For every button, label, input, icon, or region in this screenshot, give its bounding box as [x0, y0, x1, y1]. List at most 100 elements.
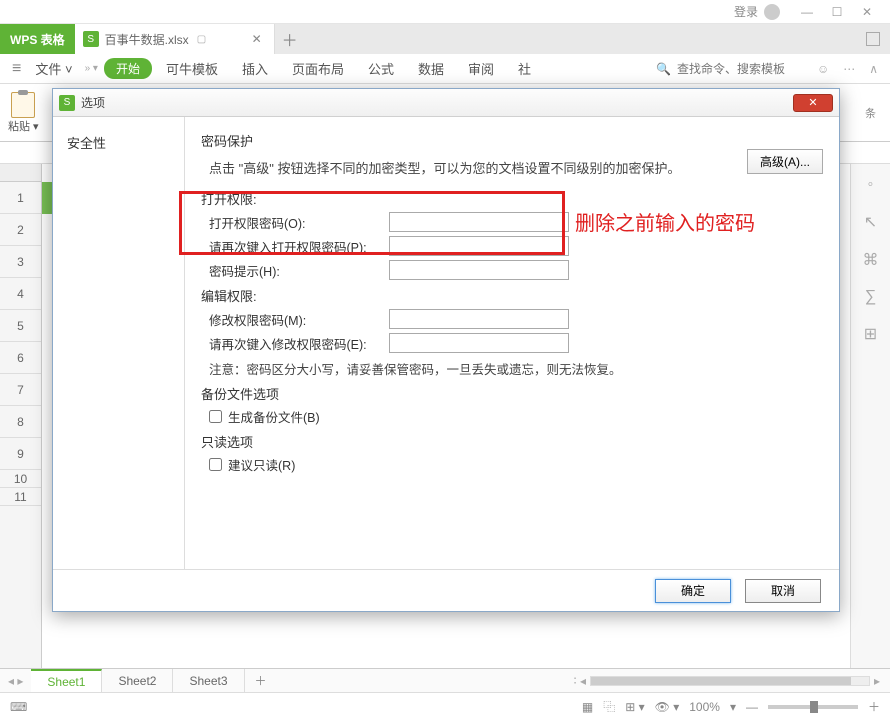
password-note: 注意：密码区分大小写，请妥善保管密码，一旦丢失或遗忘，则无法恢复。 [209, 359, 823, 378]
row-header[interactable]: 9 [0, 438, 41, 470]
readonly-checkbox[interactable] [209, 458, 222, 471]
tab-close-icon[interactable]: ✕ [248, 32, 266, 46]
options-dialog: S 选项 ✕ 安全性 密码保护 点击 "高级" 按钮选择不同的加密类型，可以为您… [52, 88, 840, 612]
spreadsheet-icon: S [59, 95, 75, 111]
status-icon[interactable]: ⌨ [10, 700, 27, 714]
collapse-ribbon-icon[interactable]: ∧ [865, 62, 882, 76]
tab-template[interactable]: 可牛模板 [156, 59, 228, 78]
status-bar: ⌨ ▦ ⿻ ⊞ ▾ 👁 ▾ 100% ▾ — ＋ [0, 692, 890, 720]
document-tab[interactable]: S 百事牛数据.xlsx ▢ ✕ [75, 24, 275, 54]
qat-overflow-icon[interactable]: » ▾ [83, 63, 100, 74]
avatar-icon[interactable] [764, 4, 780, 20]
maximize-button[interactable]: ☐ [822, 2, 852, 22]
add-sheet-button[interactable]: ＋ [245, 669, 277, 692]
row-header[interactable]: 10 [0, 470, 41, 488]
open-password-confirm-label: 请再次键入打开权限密码(P): [209, 237, 379, 256]
tab-extra[interactable]: 社 [508, 59, 541, 78]
dialog-footer: 确定 取消 [53, 569, 839, 611]
close-window-button[interactable]: ✕ [852, 2, 882, 22]
sheet-tab-3[interactable]: Sheet3 [173, 669, 244, 692]
tab-data[interactable]: 数据 [408, 59, 454, 78]
tab-insert[interactable]: 插入 [232, 59, 278, 78]
edit-permission-label: 编辑权限: [201, 286, 823, 305]
tab-formula[interactable]: 公式 [358, 59, 404, 78]
modify-password-confirm-input[interactable] [389, 333, 569, 353]
row-header[interactable]: 8 [0, 406, 41, 438]
tab-review[interactable]: 审阅 [458, 59, 504, 78]
advanced-button[interactable]: 高级(A)... [747, 149, 823, 174]
password-hint-input[interactable] [389, 260, 569, 280]
new-tab-button[interactable]: ＋ [275, 24, 305, 54]
modify-password-label: 修改权限密码(M): [209, 310, 379, 329]
sheet-tabs: ◂ ▸ Sheet1 Sheet2 Sheet3 ＋ ∶ ◂ ▸ [0, 668, 890, 692]
smile-icon[interactable]: ☺ [813, 62, 833, 76]
search-input[interactable] [677, 62, 807, 76]
minimize-button[interactable]: — [792, 2, 822, 22]
sheet-tab-2[interactable]: Sheet2 [102, 669, 173, 692]
open-password-confirm-input[interactable] [389, 236, 569, 256]
modify-password-input[interactable] [389, 309, 569, 329]
row-header[interactable]: 7 [0, 374, 41, 406]
zoom-value[interactable]: 100% [689, 700, 720, 714]
sidebar-item-security[interactable]: 安全性 [53, 127, 184, 158]
row-headers: 1 2 3 4 5 6 7 8 9 10 11 [0, 164, 42, 668]
zoom-dropdown-icon[interactable]: ▾ [730, 700, 736, 714]
link-icon[interactable]: ⌘ [863, 250, 879, 270]
row-header[interactable]: 1 [0, 182, 41, 214]
dialog-close-button[interactable]: ✕ [793, 94, 833, 112]
view-normal-icon[interactable]: ▦ [582, 700, 593, 714]
dialog-title: 选项 [81, 94, 105, 111]
group-password-protect: 密码保护 [201, 131, 823, 150]
readonly-checkbox-label: 建议只读(R) [228, 455, 295, 474]
password-hint-label: 密码提示(H): [209, 261, 379, 280]
view-layout-icon[interactable]: ⿻ [603, 698, 615, 715]
eye-icon[interactable]: 👁 ▾ [655, 700, 680, 714]
horizontal-scrollbar[interactable]: ∶ ◂ ▸ [573, 669, 890, 692]
select-all-corner[interactable] [0, 164, 41, 182]
sheet-nav[interactable]: ◂ ▸ [0, 669, 31, 692]
sheet-tab-1[interactable]: Sheet1 [31, 669, 102, 692]
dialog-titlebar: S 选项 ✕ [53, 89, 839, 117]
side-icon[interactable]: ◦ [868, 176, 874, 194]
zoom-slider[interactable] [768, 705, 858, 709]
row-header[interactable]: 11 [0, 488, 41, 506]
file-menu[interactable]: 文件 ˅ [29, 59, 78, 78]
window-layout-icon[interactable] [866, 32, 880, 46]
open-permission-label: 打开权限: [201, 189, 823, 208]
password-protect-desc: 点击 "高级" 按钮选择不同的加密类型，可以为您的文档设置不同级别的加密保护。 [209, 158, 823, 177]
cancel-button[interactable]: 取消 [745, 579, 821, 603]
ellipsis-icon[interactable]: ⋯ [839, 62, 859, 76]
tab-start[interactable]: 开始 [104, 58, 152, 79]
formula-icon[interactable]: ∑ [865, 288, 876, 306]
backup-checkbox-label: 生成备份文件(B) [228, 407, 320, 426]
tab-window-icon[interactable]: ▢ [197, 34, 206, 45]
clipboard-icon [11, 92, 35, 118]
tab-layout[interactable]: 页面布局 [282, 59, 354, 78]
ribbon-bar: ≡ 文件 ˅ » ▾ 开始 可牛模板 插入 页面布局 公式 数据 审阅 社 🔍 … [0, 54, 890, 84]
row-header[interactable]: 4 [0, 278, 41, 310]
backup-checkbox[interactable] [209, 410, 222, 423]
search-icon: 🔍 [656, 62, 671, 76]
window-titlebar: 登录 — ☐ ✕ [0, 0, 890, 24]
row-header[interactable]: 5 [0, 310, 41, 342]
row-header[interactable]: 6 [0, 342, 41, 374]
cursor-icon[interactable]: ↖ [864, 212, 877, 232]
backup-group-label: 备份文件选项 [201, 384, 823, 403]
paste-label: 粘贴 ▾ [8, 118, 39, 134]
login-link[interactable]: 登录 [734, 3, 758, 20]
view-break-icon[interactable]: ⊞ ▾ [625, 700, 644, 714]
ok-button[interactable]: 确定 [655, 579, 731, 603]
zoom-out-button[interactable]: — [746, 700, 758, 714]
row-header[interactable]: 3 [0, 246, 41, 278]
dialog-sidebar: 安全性 [53, 117, 185, 569]
open-password-input[interactable] [389, 212, 569, 232]
setting-icon[interactable]: ⊞ [864, 324, 877, 344]
modify-password-confirm-label: 请再次键入修改权限密码(E): [209, 334, 379, 353]
menu-icon[interactable]: ≡ [8, 60, 25, 78]
paste-button[interactable]: 粘贴 ▾ [8, 92, 39, 134]
readonly-group-label: 只读选项 [201, 432, 823, 451]
row-header[interactable]: 2 [0, 214, 41, 246]
wps-brand-badge: WPS 表格 [0, 24, 75, 54]
zoom-in-button[interactable]: ＋ [868, 698, 880, 715]
open-password-label: 打开权限密码(O): [209, 213, 379, 232]
